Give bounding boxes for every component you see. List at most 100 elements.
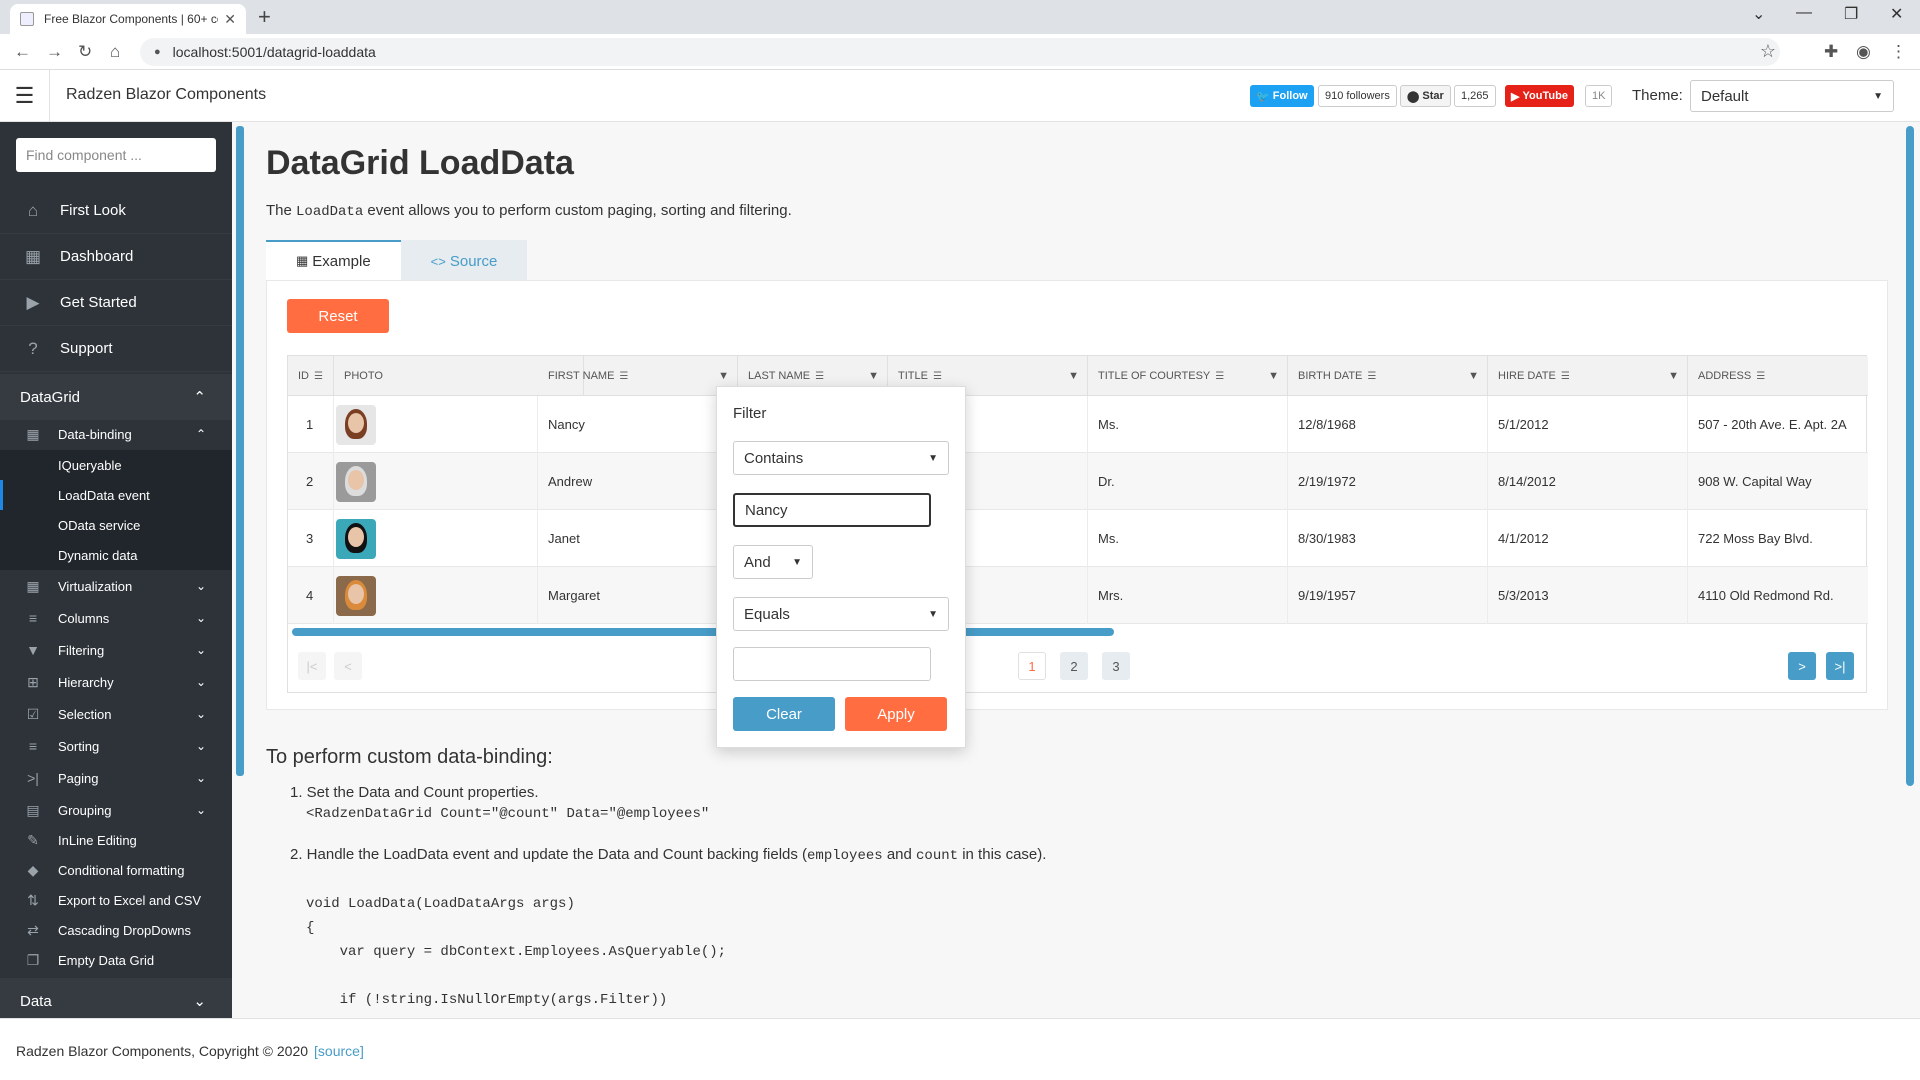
- filter-value-2-input[interactable]: [733, 647, 931, 681]
- column-header-birth-date[interactable]: BIRTH DATE ☰ ▼: [1288, 356, 1488, 396]
- sidebar-item-get-started[interactable]: ▶ Get Started: [0, 280, 232, 326]
- page-scrollbar[interactable]: [1906, 126, 1914, 786]
- sidebar-item-selection[interactable]: ☑ Selection ⌄: [0, 698, 232, 730]
- filter-value-1-input[interactable]: Nancy: [733, 493, 931, 527]
- column-header-address[interactable]: ADDRESS ☰: [1688, 356, 1868, 396]
- youtube-count[interactable]: 1K: [1585, 85, 1613, 107]
- column-header-first-name[interactable]: FIRST NAME ☰ ▼: [538, 356, 738, 396]
- source-link[interactable]: [source]: [314, 1043, 364, 1059]
- sidebar-scrollbar[interactable]: [236, 126, 244, 776]
- filter-apply-button[interactable]: Apply: [845, 697, 947, 731]
- filter-icon[interactable]: ▼: [1268, 370, 1279, 382]
- column-header-id[interactable]: ID ☰: [288, 356, 334, 396]
- forward-icon[interactable]: →: [46, 42, 63, 62]
- sort-icon[interactable]: ☰: [1367, 371, 1376, 382]
- filter-logic-dropdown[interactable]: And ▼: [733, 545, 813, 579]
- filter-clear-button[interactable]: Clear: [733, 697, 835, 731]
- back-icon[interactable]: ←: [14, 42, 31, 62]
- table-row[interactable]: 4 Margaret sentative Mrs. 9/19/1957 5/3/…: [288, 567, 1868, 624]
- browser-menu-icon[interactable]: ⋮: [1890, 42, 1907, 62]
- sidebar-item-cascading-dropdowns[interactable]: ⇄ Cascading DropDowns: [0, 914, 232, 946]
- tab-example[interactable]: ▦ Example: [266, 240, 401, 280]
- close-window-icon[interactable]: ✕: [1890, 4, 1903, 24]
- sidebar-item-virtualization[interactable]: ▦ Virtualization ⌄: [0, 570, 232, 602]
- filter-icon[interactable]: ▼: [1068, 370, 1079, 382]
- first-page-icon[interactable]: |<: [298, 652, 326, 680]
- sidebar-item-paging[interactable]: >| Paging ⌄: [0, 762, 232, 794]
- close-tab-icon[interactable]: ✕: [224, 11, 236, 28]
- reset-button[interactable]: Reset: [287, 299, 389, 333]
- extensions-icon[interactable]: ✚: [1824, 42, 1838, 62]
- sort-icon[interactable]: ☰: [1215, 371, 1224, 382]
- last-page-icon[interactable]: >|: [1826, 652, 1854, 680]
- sidebar-section-datagrid[interactable]: DataGrid ⌃: [0, 374, 232, 420]
- sidebar-item-empty-data-grid[interactable]: ❐ Empty Data Grid: [0, 944, 232, 976]
- table-row[interactable]: 1 Nancy sentative Ms. 12/8/1968 5/1/2012…: [288, 396, 1868, 453]
- sidebar-item-inline-editing[interactable]: ✎ InLine Editing: [0, 824, 232, 856]
- theme-dropdown[interactable]: Default ▼: [1690, 80, 1894, 112]
- sidebar-item-grouping[interactable]: ▤ Grouping ⌄: [0, 794, 232, 826]
- sidebar-item-label: Selection: [58, 706, 112, 722]
- browser-tab[interactable]: Free Blazor Components | 60+ controls by…: [10, 4, 246, 34]
- twitter-follow-button[interactable]: 🐦 Follow: [1250, 85, 1314, 107]
- sort-icon[interactable]: ☰: [314, 371, 323, 382]
- sidebar-item-export[interactable]: ⇅ Export to Excel and CSV: [0, 884, 232, 916]
- sort-icon[interactable]: ☰: [1756, 371, 1765, 382]
- page-button-2[interactable]: 2: [1060, 652, 1088, 680]
- filter-operator-1-dropdown[interactable]: Contains ▼: [733, 441, 949, 475]
- sidebar-section-data[interactable]: Data ⌄: [0, 978, 232, 1018]
- filter-icon[interactable]: ▼: [1668, 370, 1679, 382]
- sidebar-item-dynamic-data[interactable]: Dynamic data: [0, 540, 232, 570]
- github-star-count[interactable]: 1,265: [1454, 85, 1496, 107]
- sidebar-item-filtering[interactable]: ▼ Filtering ⌄: [0, 634, 232, 666]
- maximize-icon[interactable]: ❐: [1844, 4, 1858, 24]
- twitter-followers-count[interactable]: 910 followers: [1318, 85, 1397, 107]
- sidebar-item-sorting[interactable]: ≡ Sorting ⌄: [0, 730, 232, 762]
- hamburger-menu-icon[interactable]: ☰: [0, 70, 50, 122]
- tab-label: Example: [312, 252, 371, 270]
- home-icon[interactable]: ⌂: [110, 42, 120, 62]
- sort-icon[interactable]: ☰: [815, 371, 824, 382]
- code-line: var query = dbContext.Employees.AsQuerya…: [306, 944, 727, 960]
- github-star-button[interactable]: ⬤ Star: [1400, 85, 1451, 107]
- table-row[interactable]: 2 Andrew nt, Sales Dr. 2/19/1972 8/14/20…: [288, 453, 1868, 510]
- chevron-down-icon: ⌄: [193, 993, 206, 1010]
- sidebar-item-odata-service[interactable]: OData service: [0, 510, 232, 540]
- component-search-input[interactable]: Find component ...: [16, 138, 216, 172]
- sidebar-item-conditional-formatting[interactable]: ◆ Conditional formatting: [0, 854, 232, 886]
- sidebar-item-support[interactable]: ? Support: [0, 326, 232, 372]
- sidebar-item-dashboard[interactable]: ▦ Dashboard: [0, 234, 232, 280]
- filter-icon[interactable]: ▼: [718, 370, 729, 382]
- next-page-icon[interactable]: >: [1788, 652, 1816, 680]
- sidebar-item-iqueryable[interactable]: IQueryable: [0, 450, 232, 480]
- page-button-3[interactable]: 3: [1102, 652, 1130, 680]
- profile-avatar-icon[interactable]: ◉: [1856, 42, 1871, 62]
- sort-icon[interactable]: ☰: [619, 371, 628, 382]
- new-tab-button[interactable]: +: [258, 4, 271, 30]
- filter-icon[interactable]: ▼: [868, 370, 879, 382]
- sidebar-item-hierarchy[interactable]: ⊞ Hierarchy ⌄: [0, 666, 232, 698]
- cell-id: 2: [288, 453, 334, 510]
- profile-menu-icon[interactable]: ⌄: [1752, 4, 1765, 24]
- footer: Radzen Blazor Components, Copyright © 20…: [0, 1018, 1920, 1080]
- table-row[interactable]: 3 Janet sentative Ms. 8/30/1983 4/1/2012…: [288, 510, 1868, 567]
- sidebar-item-loaddata-event[interactable]: LoadData event: [0, 480, 232, 510]
- filter-operator-2-dropdown[interactable]: Equals ▼: [733, 597, 949, 631]
- prev-page-icon[interactable]: <: [334, 652, 362, 680]
- youtube-button[interactable]: ▶ YouTube: [1505, 85, 1574, 107]
- sidebar-item-data-binding[interactable]: ▦ Data-binding ⌃: [0, 418, 232, 450]
- tab-source[interactable]: <> Source: [400, 240, 528, 280]
- reload-icon[interactable]: ↻: [78, 42, 92, 62]
- sidebar-item-first-look[interactable]: ⌂ First Look: [0, 188, 232, 234]
- sort-icon[interactable]: ☰: [1561, 371, 1570, 382]
- column-header-title-of-courtesy[interactable]: TITLE OF COURTESY ☰ ▼: [1088, 356, 1288, 396]
- horizontal-scrollbar[interactable]: [292, 628, 1114, 636]
- page-button-1[interactable]: 1: [1018, 652, 1046, 680]
- bookmark-star-icon[interactable]: ☆: [1760, 41, 1776, 62]
- minimize-icon[interactable]: —: [1796, 4, 1812, 22]
- column-header-hire-date[interactable]: HIRE DATE ☰ ▼: [1488, 356, 1688, 396]
- sort-icon[interactable]: ☰: [933, 371, 942, 382]
- address-bar[interactable]: ● localhost:5001/datagrid-loaddata ☆: [140, 38, 1780, 66]
- filter-icon[interactable]: ▼: [1468, 370, 1479, 382]
- sidebar-item-columns[interactable]: ≡ Columns ⌄: [0, 602, 232, 634]
